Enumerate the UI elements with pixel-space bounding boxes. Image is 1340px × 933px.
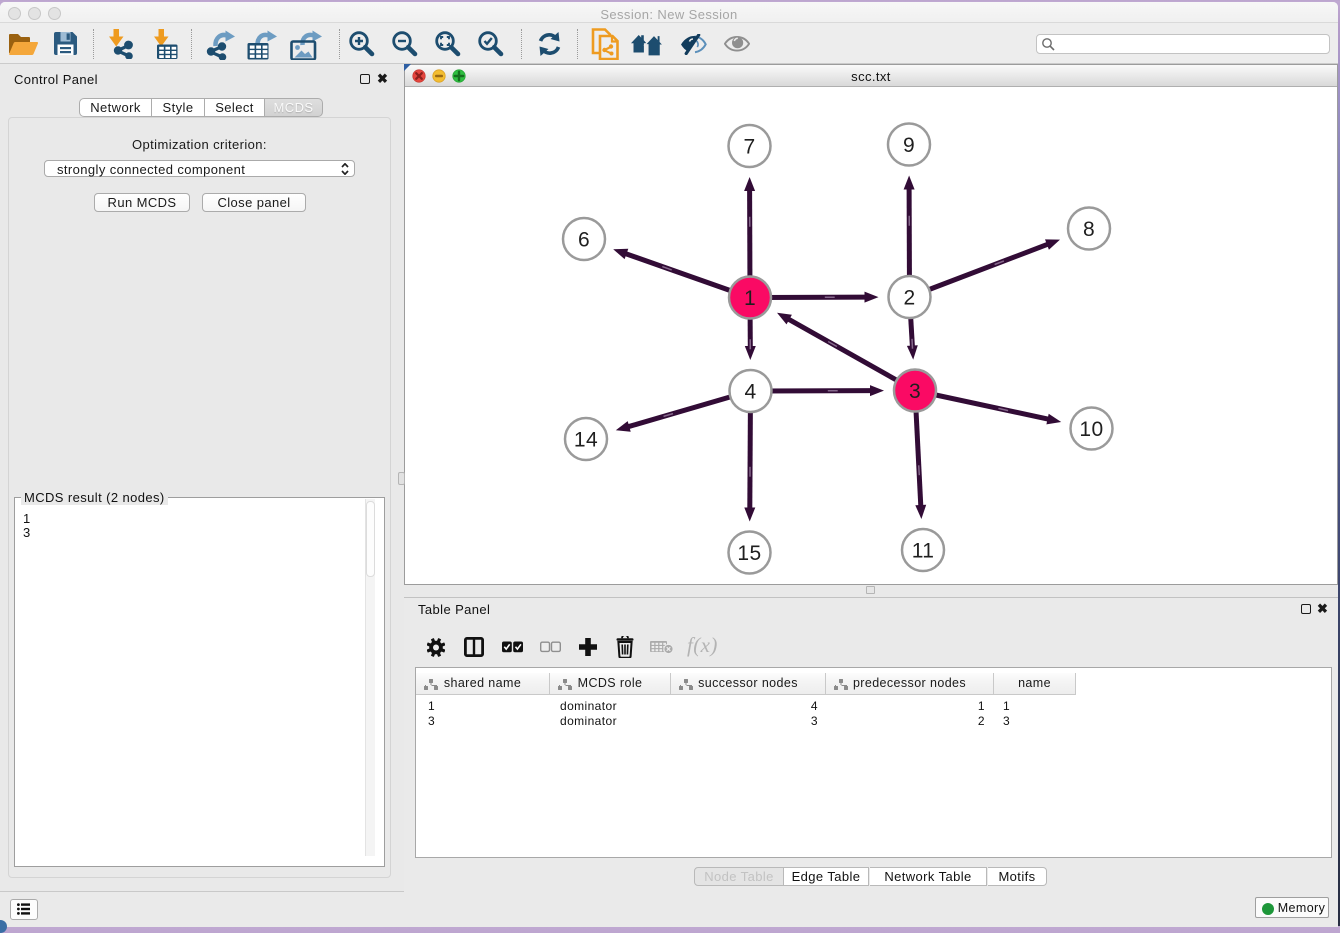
svg-text:15: 15	[737, 542, 761, 565]
svg-text:10: 10	[1079, 418, 1103, 441]
svg-text:3: 3	[909, 380, 921, 403]
svg-text:6: 6	[578, 229, 590, 252]
svg-text:14: 14	[574, 429, 598, 452]
svg-text:4: 4	[744, 381, 756, 404]
svg-text:9: 9	[903, 134, 915, 157]
svg-text:2: 2	[903, 287, 915, 310]
svg-text:8: 8	[1083, 218, 1095, 241]
svg-text:7: 7	[743, 136, 755, 159]
svg-text:11: 11	[912, 540, 935, 563]
svg-text:1: 1	[744, 287, 756, 310]
